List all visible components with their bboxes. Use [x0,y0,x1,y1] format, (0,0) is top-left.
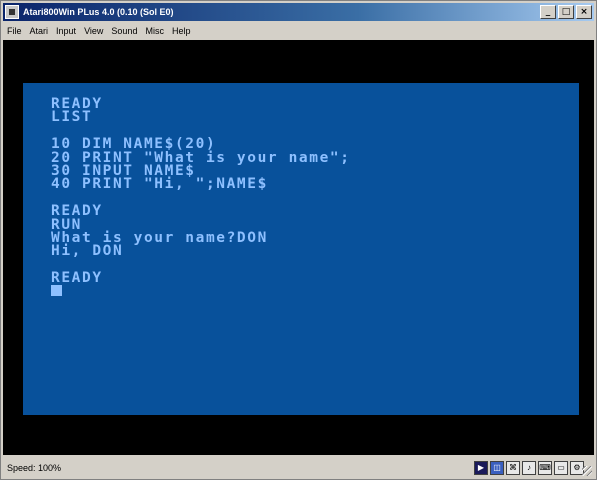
emulator-screen[interactable]: READY LIST 10 DIM NAME$(20) 20 PRINT "What … [23,83,579,415]
text-cursor [51,285,62,297]
status-bar: Speed: 100% ▶ ◫ ⌘ ♪ ⌨ ▭ ⚙ [3,458,594,478]
screen-line: READY [51,203,103,220]
app-icon[interactable] [5,5,19,19]
keyboard-icon[interactable]: ⌨ [538,461,552,475]
cursor-line [51,285,351,298]
close-button[interactable]: × [576,5,592,19]
emulator-display-border: READY LIST 10 DIM NAME$(20) 20 PRINT "What … [3,40,594,455]
menu-help[interactable]: Help [168,26,195,36]
monitor-icon[interactable]: ▭ [554,461,568,475]
window-title: Atari800Win PLus 4.0 (0.10 (Sol E0) [23,7,174,17]
maximize-button[interactable]: □ [558,5,574,19]
window-controls: _ □ × [540,5,592,19]
menu-atari[interactable]: Atari [26,26,53,36]
menu-input[interactable]: Input [52,26,80,36]
menu-misc[interactable]: Misc [141,26,168,36]
screen-line: READY [51,96,103,112]
sound-icon[interactable]: ♪ [522,461,536,475]
screen-line: READY [51,270,103,287]
screen-line: 40 PRINT "Hi, ";NAME$ [51,176,268,193]
minimize-button[interactable]: _ [540,5,556,19]
screen-line: LIST [51,109,93,126]
emulator-window: Atari800Win PLus 4.0 (0.10 (Sol E0) _ □ … [0,0,597,480]
menu-view[interactable]: View [80,26,107,36]
title-bar[interactable]: Atari800Win PLus 4.0 (0.10 (Sol E0) _ □ … [3,3,594,21]
screen-line: Hi, DON [51,243,124,260]
menu-file[interactable]: File [3,26,26,36]
play-icon[interactable]: ▶ [474,461,488,475]
resize-grip[interactable] [582,466,592,476]
joystick-icon[interactable]: ⌘ [506,461,520,475]
disk-icon[interactable]: ◫ [490,461,504,475]
menu-sound[interactable]: Sound [107,26,141,36]
basic-output: READY LIST 10 DIM NAME$(20) 20 PRINT "What … [51,96,351,299]
menu-bar: File Atari Input View Sound Misc Help [3,22,594,39]
speed-status: Speed: 100% [7,463,62,473]
status-icons: ▶ ◫ ⌘ ♪ ⌨ ▭ ⚙ [474,461,584,475]
